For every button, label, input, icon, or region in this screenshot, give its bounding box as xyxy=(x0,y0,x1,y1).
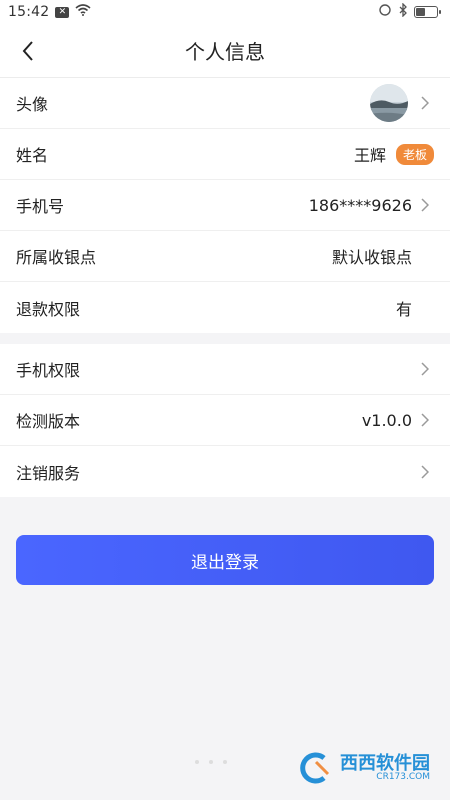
avatar[interactable] xyxy=(370,84,408,122)
profile-section: 头像 姓名 王辉 老板 手机号 186****9626 所属收银点 默认收银点 … xyxy=(0,78,450,333)
phone-row[interactable]: 手机号 186****9626 xyxy=(0,180,450,231)
name-value: 王辉 xyxy=(353,146,386,165)
navigation-bar: 个人信息 xyxy=(0,24,450,78)
refund-label: 退款权限 xyxy=(16,299,81,319)
chevron-right-icon xyxy=(416,96,434,110)
chevron-right-icon xyxy=(416,362,434,376)
store-row: 所属收银点 默认收银点 xyxy=(0,231,450,282)
notification-icon: ✕ xyxy=(55,6,70,18)
watermark-subtext: CR173.COM xyxy=(376,771,430,782)
cancel-label: 注销服务 xyxy=(16,463,81,483)
bluetooth-icon xyxy=(398,2,408,21)
store-value: 默认收银点 xyxy=(331,248,412,267)
check-version-row[interactable]: 检测版本 v1.0.0 xyxy=(0,395,450,446)
phone-label: 手机号 xyxy=(16,197,65,216)
page-title: 个人信息 xyxy=(185,40,265,64)
chevron-right-icon xyxy=(416,198,434,212)
name-row: 姓名 王辉 老板 xyxy=(0,129,450,180)
wifi-icon xyxy=(75,4,91,20)
status-time: 15:42 xyxy=(8,4,50,20)
watermark-text: 西西软件园 xyxy=(340,752,430,774)
avatar-label: 头像 xyxy=(16,95,49,114)
page-indicator xyxy=(195,760,227,764)
logout-button[interactable]: 退出登录 xyxy=(16,535,434,585)
phone-permissions-row[interactable]: 手机权限 xyxy=(0,344,450,395)
phone-value: 186****9626 xyxy=(308,195,412,215)
store-label: 所属收银点 xyxy=(16,248,97,267)
watermark-logo: 西西软件园 CR173.COM xyxy=(298,752,430,784)
chevron-left-icon xyxy=(22,41,33,61)
alarm-icon xyxy=(378,3,392,21)
chevron-right-icon xyxy=(416,413,434,427)
role-badge: 老板 xyxy=(395,143,434,165)
refund-value: 有 xyxy=(395,299,412,319)
battery-icon xyxy=(414,6,441,18)
chevron-right-icon xyxy=(416,464,434,479)
version-value: v1.0.0 xyxy=(361,410,412,430)
back-button[interactable] xyxy=(6,24,50,78)
cancel-service-row[interactable]: 注销服务 xyxy=(0,446,450,497)
settings-section: 手机权限 检测版本 v1.0.0 注销服务 xyxy=(0,344,450,497)
status-bar: 15:42 ✕ xyxy=(0,0,450,24)
version-label: 检测版本 xyxy=(16,412,81,431)
avatar-row[interactable]: 头像 xyxy=(0,78,450,129)
name-label: 姓名 xyxy=(16,146,49,165)
watermark-icon xyxy=(300,752,330,784)
refund-permission-row: 退款权限 有 xyxy=(0,282,450,333)
permissions-label: 手机权限 xyxy=(16,361,81,380)
